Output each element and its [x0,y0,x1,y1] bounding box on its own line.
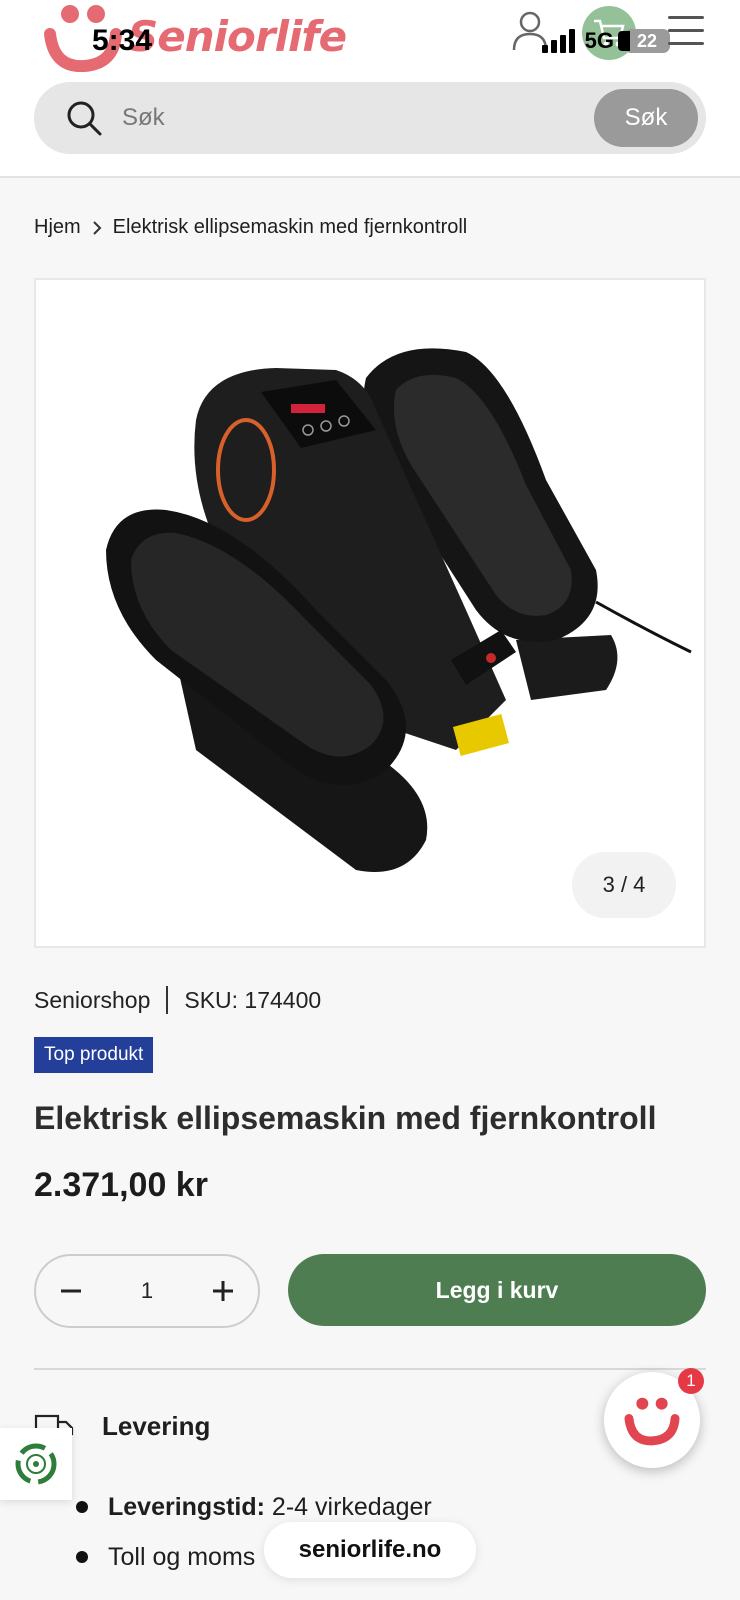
battery-level: 22 [636,30,658,51]
plus-icon [213,1281,233,1301]
network-type: 5G [584,28,614,53]
chevron-right-icon [91,220,103,236]
search-icon [67,101,102,136]
status-time: 5:34 [92,24,153,57]
product-price: 2.371,00 kr [34,1166,208,1204]
search-input[interactable] [122,104,594,132]
search-bar: Søk [34,82,706,154]
product-title: Elektrisk ellipsemaskin med fjernkontrol… [34,1100,657,1136]
product-sku: SKU: 174400 [184,986,322,1013]
recycle-icon [15,1443,57,1485]
image-pager: 3 / 4 [572,852,676,918]
list-item-text: 2-4 virkedager [264,1493,432,1521]
breadcrumb-home[interactable]: Hjem [34,216,81,239]
product-meta: Seniorshop SKU: 174400 [34,986,321,1014]
search-button[interactable]: Søk [594,89,698,147]
recycle-widget-button[interactable] [0,1428,72,1500]
top-product-badge: Top produkt [34,1037,154,1073]
minus-icon [61,1289,81,1293]
battery-icon: 22 [618,29,670,53]
decrease-quantity-button[interactable] [56,1276,86,1306]
meta-divider [166,986,169,1014]
product-image [106,348,692,872]
section-divider [34,1368,706,1370]
breadcrumb: Hjem Elektrisk ellipsemaskin med fjernko… [34,216,467,239]
add-to-cart-button[interactable]: Legg i kurv [288,1254,706,1326]
signal-icon [541,29,575,53]
brand-chat-icon [624,1397,680,1446]
site-logo[interactable]: Seniorlife [44,0,347,72]
quantity-stepper: 1 [34,1254,260,1328]
menu-icon[interactable] [668,16,704,55]
list-item-text: Toll og moms [108,1543,256,1571]
increase-quantity-button[interactable] [208,1276,238,1306]
site-header: Seniorlife 5:34 5G 22 Søk [0,0,740,178]
logo-text: Seniorlife [128,11,347,61]
list-item-label: Leveringstid: [108,1493,265,1521]
quantity-value[interactable]: 1 [141,1278,153,1304]
browser-url-bar[interactable]: seniorlife.no [264,1522,476,1578]
chat-button[interactable]: 1 [604,1368,704,1468]
breadcrumb-current: Elektrisk ellipsemaskin med fjernkontrol… [112,216,468,238]
delivery-label: Levering [102,1410,211,1441]
status-indicators: 5G 22 [541,28,670,54]
product-gallery[interactable]: 3 / 4 [34,278,706,948]
vendor-link[interactable]: Seniorshop [34,987,150,1014]
notification-badge: 1 [678,1368,704,1394]
